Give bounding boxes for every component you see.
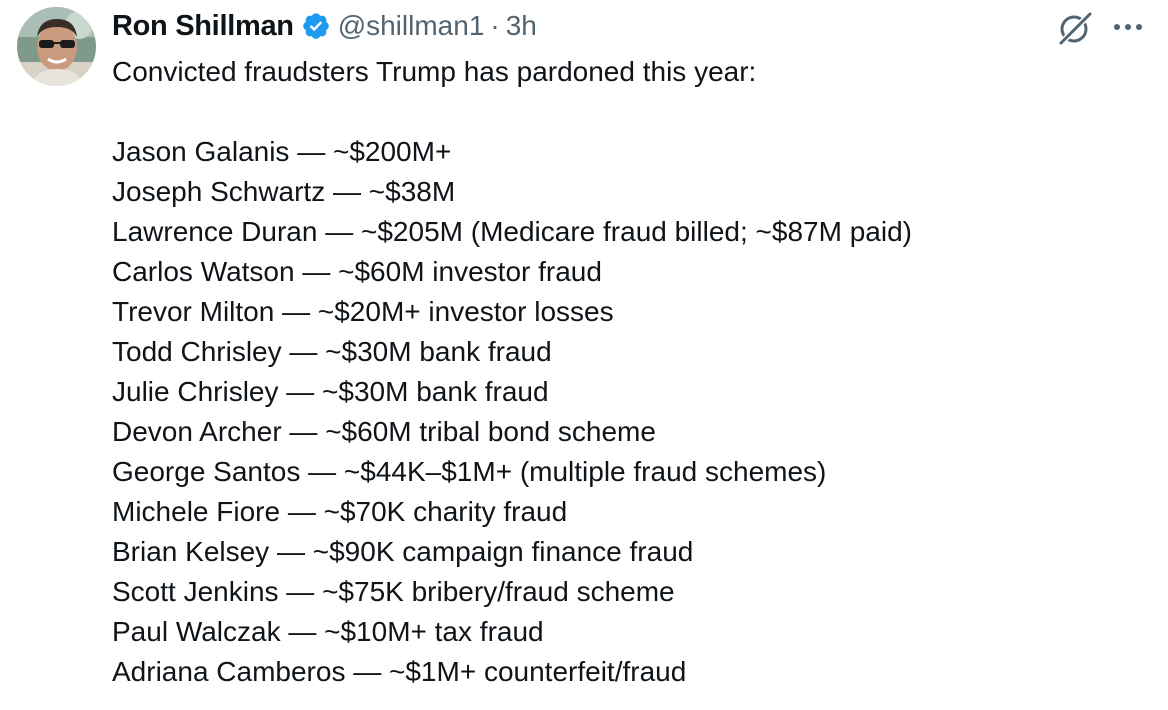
tweet-intro: Convicted fraudsters Trump has pardoned …: [112, 56, 757, 87]
separator-dot: ·: [490, 10, 500, 41]
pardon-line: Julie Chrisley — ~$30M bank fraud: [112, 376, 549, 407]
pardon-line: Brian Kelsey — ~$90K campaign finance fr…: [112, 536, 694, 567]
avatar[interactable]: [17, 7, 96, 86]
pardon-line: Trevor Milton — ~$20M+ investor losses: [112, 296, 614, 327]
pardon-line: Jason Galanis — ~$200M+: [112, 136, 452, 167]
pardon-line: Adriana Camberos — ~$1M+ counterfeit/fra…: [112, 656, 687, 687]
tweet-header: Ron Shillman @shillman1 · 3h: [112, 8, 537, 44]
pardon-line: Scott Jenkins — ~$75K bribery/fraud sche…: [112, 576, 675, 607]
grok-icon[interactable]: [1055, 8, 1095, 48]
pardon-line: George Santos — ~$44K–$1M+ (multiple fra…: [112, 456, 827, 487]
timestamp[interactable]: 3h: [506, 10, 537, 42]
tweet[interactable]: Ron Shillman @shillman1 · 3h Convicted f…: [0, 0, 1168, 710]
pardon-line: Paul Walczak — ~$10M+ tax fraud: [112, 616, 544, 647]
pardon-line: Devon Archer — ~$60M tribal bond scheme: [112, 416, 656, 447]
more-options-icon[interactable]: [1110, 12, 1146, 42]
pardon-line: Michele Fiore — ~$70K charity fraud: [112, 496, 568, 527]
pardon-line: Joseph Schwartz — ~$38M: [112, 176, 456, 207]
pardon-line: Todd Chrisley — ~$30M bank fraud: [112, 336, 552, 367]
verified-badge-icon[interactable]: [301, 11, 331, 41]
pardon-line: Carlos Watson — ~$60M investor fraud: [112, 256, 602, 287]
tweet-text: Convicted fraudsters Trump has pardoned …: [112, 52, 1152, 692]
display-name[interactable]: Ron Shillman: [112, 10, 294, 43]
user-handle[interactable]: @shillman1: [338, 10, 485, 42]
pardon-line: Lawrence Duran — ~$205M (Medicare fraud …: [112, 216, 912, 247]
